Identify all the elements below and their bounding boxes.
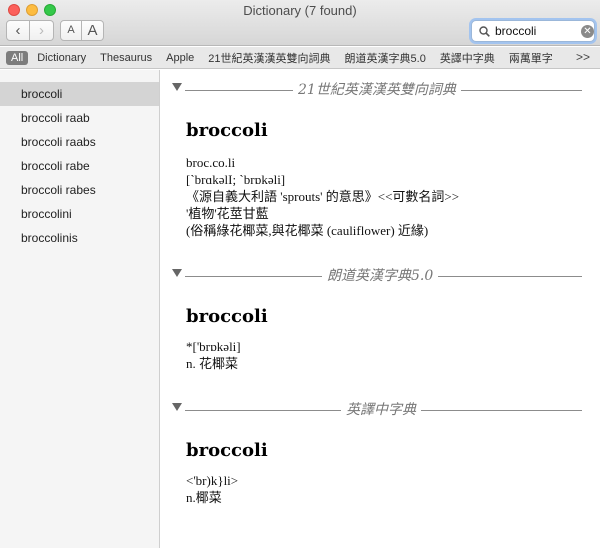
section-header: 英譯中字典 (161, 390, 600, 420)
headword: broccoli (186, 440, 268, 461)
title-bar: Dictionary (7 found) ‹ › A A ✕ (0, 0, 600, 46)
entry: broccoli <'br)k}li> n.椰菜 (161, 412, 600, 506)
source-tab-langdao[interactable]: 朗道英漢字典5.0 (340, 49, 431, 67)
section-header: 21世紀英漢漢英雙向詞典 (161, 70, 600, 100)
source-tab-dictionary[interactable]: Dictionary (32, 51, 91, 65)
source-tab-20000-words[interactable]: 兩萬單字 (504, 49, 558, 67)
disclosure-triangle-icon[interactable] (172, 83, 182, 91)
result-item[interactable]: broccoli raabs (0, 130, 159, 154)
source-tab-21st-century[interactable]: 21世紀英漢漢英雙向詞典 (203, 49, 335, 67)
section-title: 英譯中字典 (341, 400, 421, 420)
source-tab-all[interactable]: All (6, 50, 29, 65)
dictionary-section: 朗道英漢字典5.0 broccoli *['brɒkəli] n. 花椰菜 (161, 256, 600, 372)
back-button[interactable]: ‹ (6, 20, 30, 41)
forward-button[interactable]: › (30, 20, 54, 41)
entry-line: 《源自義大利語 'sprouts' 的意思》<<可數名詞>> (186, 189, 460, 204)
entry-line: n.椰菜 (186, 490, 222, 505)
more-sources-button[interactable]: >> (576, 50, 590, 64)
entry: broccoli *['brɒkəli] n. 花椰菜 (161, 278, 600, 372)
chevron-left-icon: ‹ (15, 22, 21, 39)
search-field[interactable]: ✕ (471, 20, 595, 42)
search-icon (476, 25, 492, 37)
entry-line: n. 花椰菜 (186, 356, 239, 371)
entry-line: broc.co.li (186, 155, 236, 170)
entry-line: [`brɑkəlI; `brɒkəli] (186, 172, 286, 187)
source-tab-english-chinese[interactable]: 英譯中字典 (435, 49, 500, 67)
definition-pane: 21世紀英漢漢英雙向詞典 broccoli broc.co.li [`brɑkə… (161, 70, 600, 548)
decrease-font-button[interactable]: A (60, 20, 82, 41)
font-size-buttons: A A (60, 20, 104, 42)
dictionary-section: 21世紀英漢漢英雙向詞典 broccoli broc.co.li [`brɑkə… (161, 70, 600, 239)
disclosure-triangle-icon[interactable] (172, 403, 182, 411)
results-sidebar: broccoli broccoli raab broccoli raabs br… (0, 70, 160, 548)
result-item[interactable]: broccolini (0, 202, 159, 226)
section-header: 朗道英漢字典5.0 (161, 256, 600, 286)
result-item[interactable]: broccoli rabe (0, 154, 159, 178)
result-item[interactable]: broccoli (0, 82, 159, 106)
source-tab-apple[interactable]: Apple (161, 51, 199, 65)
result-item[interactable]: broccoli raab (0, 106, 159, 130)
increase-font-button[interactable]: A (82, 20, 104, 41)
headword: broccoli (186, 120, 268, 141)
entry-line: <'br)k}li> (186, 473, 239, 488)
window-title: Dictionary (7 found) (243, 3, 357, 18)
section-title: 朗道英漢字典5.0 (322, 266, 439, 286)
source-tab-thesaurus[interactable]: Thesaurus (95, 51, 157, 65)
navigation-buttons: ‹ › (6, 20, 54, 42)
entry: broccoli broc.co.li [`brɑkəlI; `brɒkəli]… (161, 92, 600, 239)
entry-line: *['brɒkəli] (186, 339, 241, 354)
results-list: broccoli broccoli raab broccoli raabs br… (0, 70, 159, 250)
entry-line: (俗稱綠花椰菜,與花椰菜 (cauliflower) 近緣) (186, 223, 429, 238)
dictionary-section: 英譯中字典 broccoli <'br)k}li> n.椰菜 (161, 390, 600, 506)
disclosure-triangle-icon[interactable] (172, 269, 182, 277)
search-input[interactable] (495, 24, 579, 38)
section-title: 21世紀英漢漢英雙向詞典 (293, 80, 461, 100)
entry-line: '植物'花莖甘藍 (186, 206, 269, 221)
chevron-right-icon: › (39, 22, 44, 39)
headword: broccoli (186, 306, 268, 327)
result-item[interactable]: broccoli rabes (0, 178, 159, 202)
source-tab-bar: All Dictionary Thesaurus Apple 21世紀英漢漢英雙… (0, 47, 600, 69)
clear-search-icon[interactable]: ✕ (581, 24, 594, 38)
result-item[interactable]: broccolinis (0, 226, 159, 250)
